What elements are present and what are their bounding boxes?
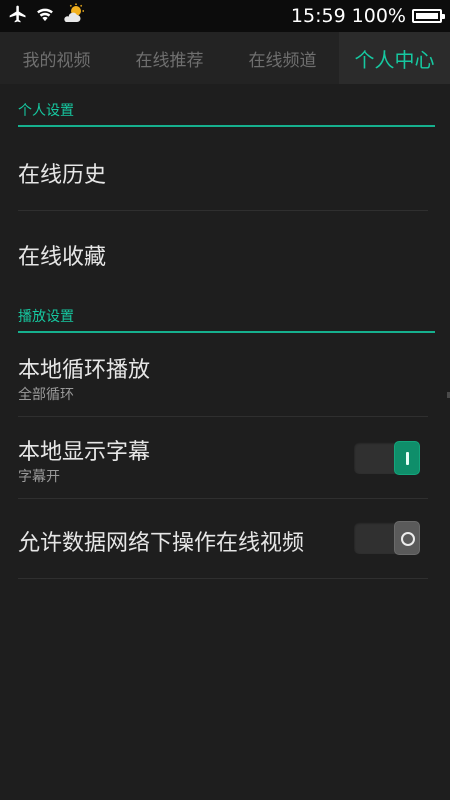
section-header-playback: 播放设置: [18, 301, 435, 333]
settings-item-online-history[interactable]: 在线历史: [18, 129, 428, 211]
battery-fill: [416, 13, 438, 19]
status-icons: [8, 3, 86, 29]
settings-item-title: 允许数据网络下操作在线视频: [18, 531, 305, 556]
weather-icon: [62, 3, 86, 29]
mobile-data-toggle[interactable]: [354, 521, 420, 555]
tab-my-videos[interactable]: 我的视频: [0, 32, 113, 84]
battery-tip: [442, 14, 445, 19]
wifi-icon: [34, 4, 56, 28]
settings-item-mobile-data-online[interactable]: 允许数据网络下操作在线视频: [18, 499, 428, 579]
clock: 15:59: [290, 5, 346, 27]
settings-item-title: 本地循环播放: [18, 358, 151, 383]
airplane-icon: [8, 4, 28, 28]
settings-item-show-subtitles[interactable]: 本地显示字幕 字幕开: [18, 417, 428, 499]
battery-percent: 100%: [351, 5, 406, 27]
status-right: 15:59 100%: [290, 0, 445, 32]
toggle-on-indicator: [406, 452, 409, 465]
settings-item-title: 在线收藏: [18, 245, 107, 270]
settings-item-title: 在线历史: [18, 163, 107, 188]
settings-item-loop-playback[interactable]: 本地循环播放 全部循环: [18, 335, 428, 417]
tab-bar: 我的视频 在线推荐 在线频道 个人中心: [0, 32, 450, 84]
toggle-off-indicator: [401, 532, 415, 546]
toggle-knob: [394, 441, 420, 475]
toggle-knob: [394, 521, 420, 555]
tab-personal-center[interactable]: 个人中心: [339, 32, 450, 84]
settings-item-title: 本地显示字幕: [18, 440, 151, 465]
section-header-personal: 个人设置: [18, 95, 435, 127]
battery-icon: [412, 9, 445, 23]
settings-item-online-favorites[interactable]: 在线收藏: [18, 211, 428, 293]
subtitles-toggle[interactable]: [354, 441, 420, 475]
divider: [18, 578, 428, 579]
tab-online-channels[interactable]: 在线频道: [226, 32, 339, 84]
settings-item-subtitle: 字幕开: [18, 469, 60, 485]
settings-item-subtitle: 全部循环: [18, 387, 74, 403]
status-bar: 15:59 100%: [0, 0, 450, 32]
tab-online-recommend[interactable]: 在线推荐: [113, 32, 226, 84]
